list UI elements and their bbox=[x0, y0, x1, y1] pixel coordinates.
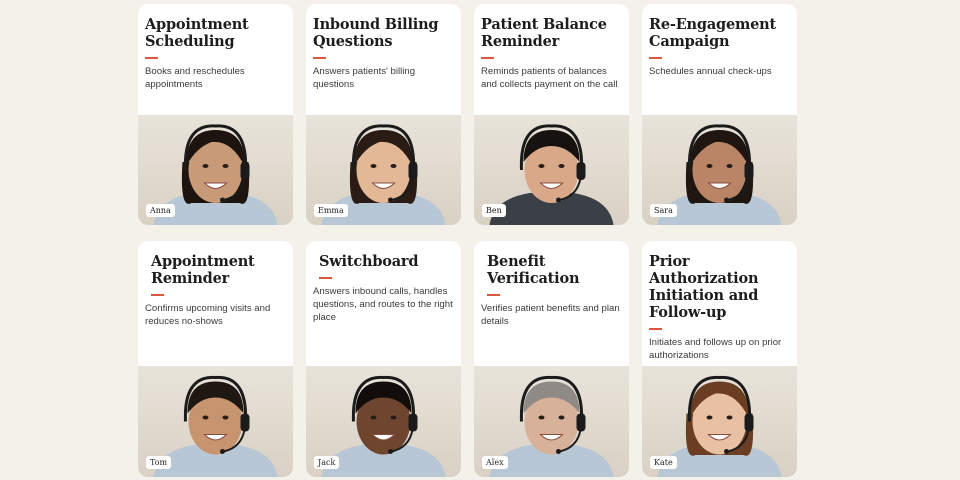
card-description: Books and reschedules appointments bbox=[145, 66, 245, 90]
agent-photo: Emma bbox=[306, 115, 461, 225]
agent-name-tag: Alex bbox=[482, 456, 508, 469]
agent-card-jack[interactable]: Switchboard Answers inbound calls, handl… bbox=[306, 241, 461, 477]
agent-card-sara[interactable]: Re-Engagement Campaign Schedules annual … bbox=[642, 4, 797, 225]
card-description: Verifies patient benefits and plan detai… bbox=[481, 303, 620, 327]
agent-card-emma[interactable]: Inbound Billing Questions Answers patien… bbox=[306, 4, 461, 225]
agent-name-tag: Jack bbox=[314, 456, 340, 469]
card-description: Reminds patients of balances and collect… bbox=[481, 66, 618, 90]
agent-card-anna[interactable]: Appointment Scheduling Books and resched… bbox=[138, 4, 293, 225]
card-title: Patient Balance Reminder bbox=[481, 16, 607, 50]
agent-name-tag: Kate bbox=[650, 456, 677, 469]
accent-divider bbox=[487, 294, 500, 296]
card-title: Inbound Billing Questions bbox=[313, 16, 439, 50]
agent-card-alex[interactable]: Benefit Verification Verifies patient be… bbox=[474, 241, 629, 477]
agent-photo: Alex bbox=[474, 366, 629, 477]
agent-name-tag: Anna bbox=[146, 204, 175, 217]
agent-name-tag: Sara bbox=[650, 204, 677, 217]
agent-photo: Jack bbox=[306, 366, 461, 477]
card-title: Prior Authorization Initiation and Follo… bbox=[649, 253, 759, 321]
card-title: Switchboard bbox=[319, 253, 419, 270]
agent-card-tom[interactable]: Appointment Reminder Confirms upcoming v… bbox=[138, 241, 293, 477]
card-description: Confirms upcoming visits and reduces no-… bbox=[145, 303, 271, 327]
agent-card-kate[interactable]: Prior Authorization Initiation and Follo… bbox=[642, 241, 797, 477]
accent-divider bbox=[313, 57, 326, 59]
card-title: Appointment Scheduling bbox=[145, 16, 249, 50]
card-description: Answers patients' billing questions bbox=[313, 66, 416, 90]
agent-card-ben[interactable]: Patient Balance Reminder Reminds patient… bbox=[474, 4, 629, 225]
accent-divider bbox=[151, 294, 164, 296]
card-title: Re-Engagement Campaign bbox=[649, 16, 776, 50]
card-description: Answers inbound calls, handles questions… bbox=[313, 286, 453, 323]
agent-name-tag: Ben bbox=[482, 204, 506, 217]
card-description: Schedules annual check-ups bbox=[649, 66, 772, 77]
card-title: Appointment Reminder bbox=[151, 253, 255, 287]
agent-photo: Sara bbox=[642, 115, 797, 225]
accent-divider bbox=[649, 328, 662, 330]
card-title: Benefit Verification bbox=[487, 253, 580, 287]
accent-divider bbox=[649, 57, 662, 59]
accent-divider bbox=[319, 277, 332, 279]
accent-divider bbox=[481, 57, 494, 59]
agent-photo: Ben bbox=[474, 115, 629, 225]
agent-photo: Anna bbox=[138, 115, 293, 225]
agent-photo: Kate bbox=[642, 366, 797, 477]
agent-name-tag: Tom bbox=[146, 456, 172, 469]
card-description: Initiates and follows up on prior author… bbox=[649, 337, 782, 361]
agent-photo: Tom bbox=[138, 366, 293, 477]
accent-divider bbox=[145, 57, 158, 59]
agent-name-tag: Emma bbox=[314, 204, 348, 217]
